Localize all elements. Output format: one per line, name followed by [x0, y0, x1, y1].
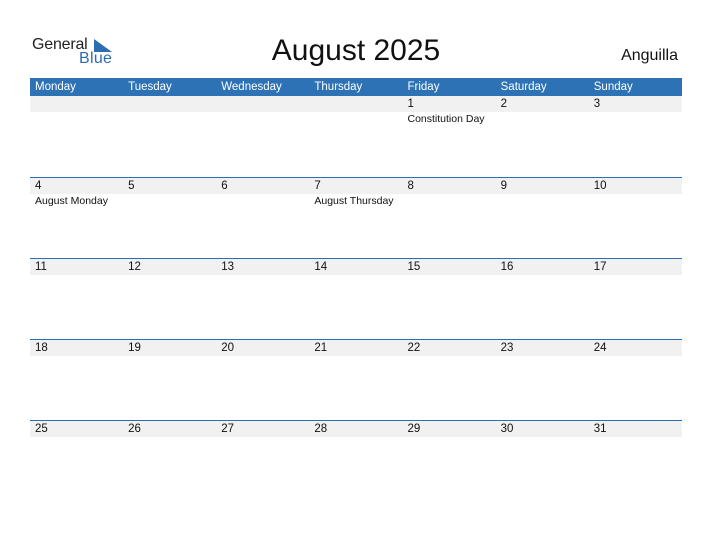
day-cell[interactable]: 2 — [496, 96, 589, 126]
day-number: 8 — [407, 180, 414, 192]
weekday-tuesday: Tuesday — [128, 81, 172, 93]
day-number: 20 — [221, 342, 235, 354]
day-cell[interactable]: 15 — [403, 259, 496, 275]
day-cell[interactable]: 24 — [589, 340, 682, 356]
page-title: August 2025 — [271, 34, 441, 67]
day-cell[interactable]: 16 — [496, 259, 589, 275]
day-number — [221, 96, 309, 112]
calendar-grid: Monday Tuesday Wednesday Thursday Friday… — [30, 78, 682, 501]
day-cell[interactable]: 29 — [403, 421, 496, 437]
day-cell[interactable] — [123, 96, 216, 126]
day-number: 18 — [35, 342, 48, 354]
day-cell[interactable]: 31 — [589, 421, 682, 437]
day-number: 25 — [35, 423, 48, 435]
country-label: Anguilla — [621, 47, 678, 64]
day-number: 31 — [593, 423, 607, 435]
weeks-container: 1 Constitution Day 2 3 4 August Monday 5 6 7 Augu… — [30, 96, 682, 501]
holiday-label: Constitution Day — [407, 113, 485, 125]
day-cell[interactable]: 14 — [309, 259, 402, 275]
day-number: 13 — [221, 261, 235, 273]
day-cell[interactable]: 7 August Thursday — [309, 178, 402, 208]
day-number: 3 — [593, 98, 601, 110]
day-cell[interactable] — [309, 96, 402, 126]
holiday-label: August Monday — [35, 195, 108, 207]
day-cell[interactable]: 3 — [589, 96, 682, 126]
day-number: 27 — [221, 423, 235, 435]
day-number — [314, 96, 402, 112]
day-number: 19 — [128, 342, 141, 354]
day-number: 4 — [35, 180, 42, 192]
day-number: 29 — [407, 423, 421, 435]
day-cell[interactable]: 26 — [123, 421, 216, 437]
day-cell[interactable]: 18 — [30, 340, 123, 356]
day-cell[interactable]: 22 — [403, 340, 496, 356]
day-number: 28 — [314, 423, 328, 435]
day-number: 23 — [500, 342, 514, 354]
weekday-friday: Friday — [407, 81, 440, 93]
day-number: 1 — [407, 98, 414, 110]
day-number: 6 — [221, 180, 228, 192]
day-number — [35, 96, 123, 112]
week-row: 4 August Monday 5 6 7 August Thursday 8 9 10 — [30, 177, 682, 258]
weekday-header: Monday Tuesday Wednesday Thursday Friday… — [30, 78, 682, 96]
week-row: 18 19 20 21 22 23 24 — [30, 339, 682, 420]
day-cell[interactable]: 11 — [30, 259, 123, 275]
day-number: 11 — [35, 261, 47, 273]
day-number: 16 — [500, 261, 514, 273]
week-row: 1 Constitution Day 2 3 — [30, 96, 682, 177]
week-row: 11 12 13 14 15 16 17 — [30, 258, 682, 339]
day-number: 12 — [128, 261, 141, 273]
day-cell[interactable]: 13 — [216, 259, 309, 275]
day-cell[interactable]: 21 — [309, 340, 402, 356]
day-number: 17 — [593, 261, 607, 273]
day-number: 30 — [500, 423, 514, 435]
day-cell[interactable]: 1 Constitution Day — [403, 96, 496, 126]
day-number: 10 — [593, 180, 607, 192]
day-cell[interactable]: 30 — [496, 421, 589, 437]
day-cell[interactable]: 4 August Monday — [30, 178, 123, 208]
day-cell[interactable]: 10 — [589, 178, 682, 208]
day-number: 14 — [314, 261, 328, 273]
day-cell[interactable]: 27 — [216, 421, 309, 437]
day-number: 7 — [314, 180, 321, 192]
weekday-monday: Monday — [35, 81, 76, 93]
day-cell[interactable]: 9 — [496, 178, 589, 208]
day-cell[interactable]: 20 — [216, 340, 309, 356]
weekday-saturday: Saturday — [500, 81, 547, 93]
day-number — [128, 96, 216, 112]
day-cell[interactable]: 28 — [309, 421, 402, 437]
weekday-wednesday: Wednesday — [221, 81, 282, 93]
day-cell[interactable]: 17 — [589, 259, 682, 275]
day-cell[interactable]: 25 — [30, 421, 123, 437]
day-cell[interactable]: 23 — [496, 340, 589, 356]
day-number: 21 — [314, 342, 328, 354]
day-cell[interactable] — [216, 96, 309, 126]
day-cell[interactable]: 12 — [123, 259, 216, 275]
day-number: 5 — [128, 180, 135, 192]
weekday-thursday: Thursday — [314, 81, 363, 93]
day-cell[interactable]: 5 — [123, 178, 216, 208]
week-row: 25 26 27 28 29 30 31 — [30, 420, 682, 501]
day-cell[interactable] — [30, 96, 123, 126]
day-cell[interactable]: 19 — [123, 340, 216, 356]
day-number: 22 — [407, 342, 421, 354]
day-number: 24 — [593, 342, 607, 354]
day-number: 26 — [128, 423, 141, 435]
holiday-label: August Thursday — [314, 195, 394, 207]
day-cell[interactable]: 8 — [403, 178, 496, 208]
day-cell[interactable]: 6 — [216, 178, 309, 208]
day-number: 9 — [500, 180, 508, 192]
day-number: 15 — [407, 261, 421, 273]
day-number: 2 — [500, 98, 508, 110]
weekday-sunday: Sunday — [593, 81, 633, 93]
